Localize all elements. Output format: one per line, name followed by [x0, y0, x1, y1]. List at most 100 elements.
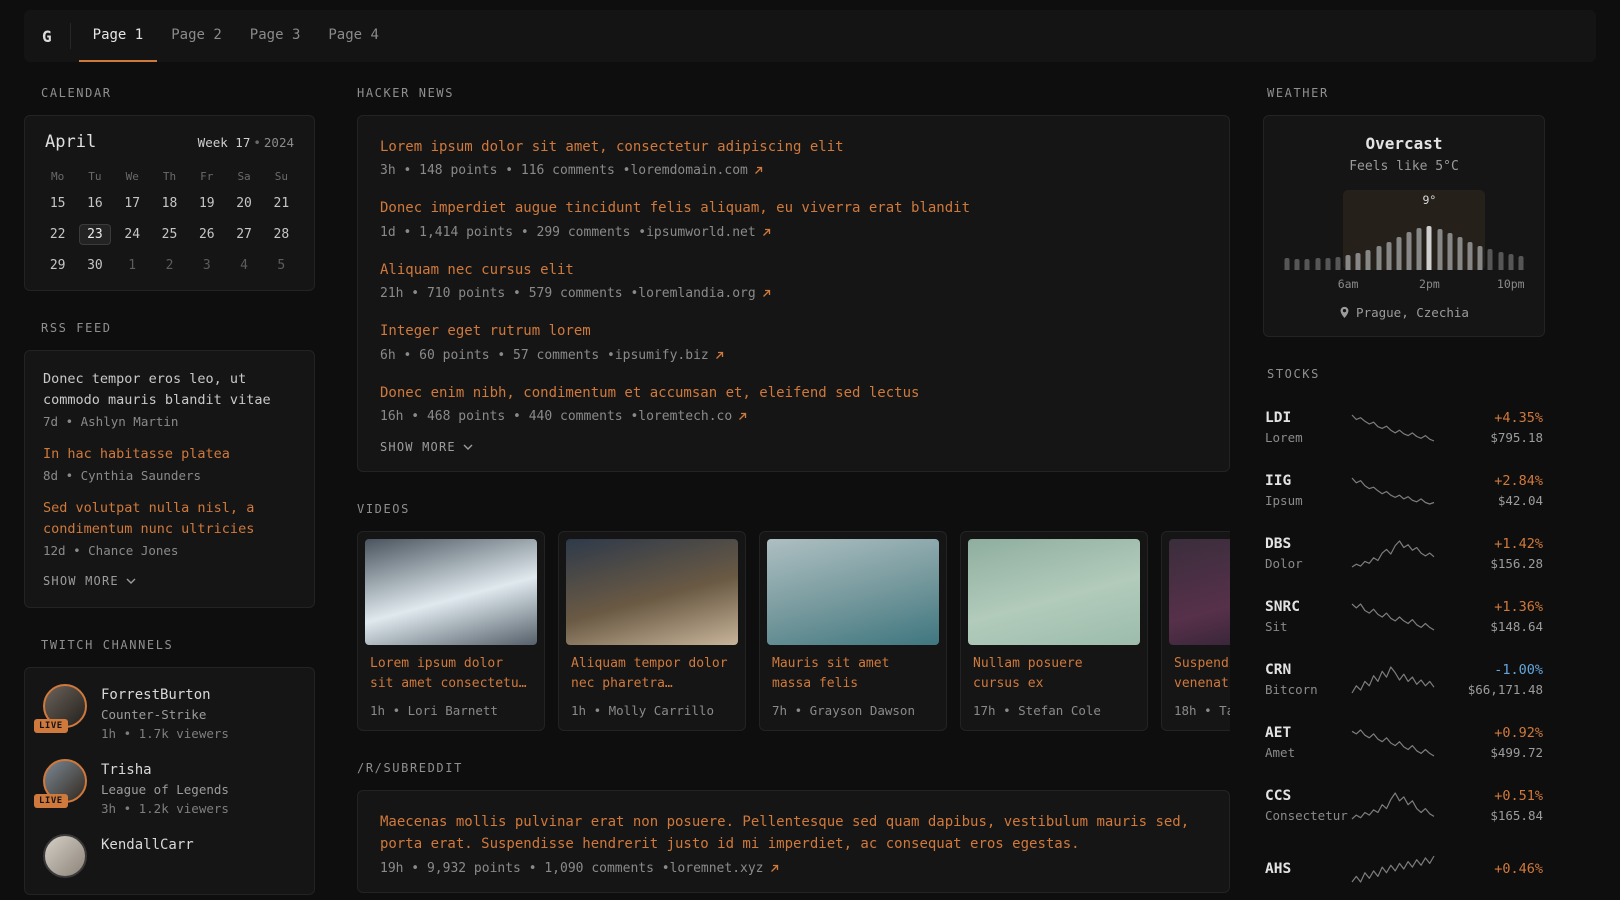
calendar-day[interactable]: 26 [188, 220, 225, 249]
stocks-widget: STOCKS LDILorem+4.35%$795.18IIGIpsum+2.8… [1263, 367, 1545, 900]
news-item-title[interactable]: Donec imperdiet augue tincidunt felis al… [380, 197, 1207, 219]
twitch-channel-row[interactable]: LIVEForrestBurtonCounter-Strike1h • 1.7k… [43, 684, 296, 741]
news-item-info: 1d • 1,414 points • 299 comments • [380, 225, 646, 240]
nav-tab-2[interactable]: Page 2 [157, 10, 236, 62]
twitch-channel-name[interactable]: ForrestBurton [101, 687, 211, 703]
calendar-day[interactable]: 15 [39, 189, 76, 218]
rss-item-link[interactable]: Sed volutpat nulla nisl, a condimentum n… [43, 498, 296, 540]
calendar-day[interactable]: 17 [114, 189, 151, 218]
calendar-day[interactable]: 30 [76, 251, 113, 280]
weather-bar [1346, 255, 1351, 270]
video-thumbnail-boat-wake-sea[interactable] [767, 539, 939, 645]
stock-values: -1.00%$66,171.48 [1439, 662, 1543, 697]
video-thumbnail-canoe-on-lake[interactable] [968, 539, 1140, 645]
calendar-week: Week 17 [198, 135, 251, 150]
calendar-grid: MoTuWeThFrSaSu15161718192021222324252627… [39, 165, 300, 280]
video-title[interactable]: Aliquam tempor dolor nec pharetra… [571, 654, 733, 694]
external-link-icon [762, 289, 771, 298]
calendar-day[interactable]: 2 [151, 251, 188, 280]
calendar-day[interactable]: 4 [225, 251, 262, 280]
calendar-day[interactable]: 27 [225, 220, 262, 249]
right-column: WEATHER Overcast Feels like 5°C 9° 6am2p… [1263, 86, 1545, 900]
video-title[interactable]: Lorem ipsum dolor sit amet consectetu… [370, 654, 532, 694]
calendar-widget-title: CALENDAR [41, 86, 315, 100]
calendar-day[interactable]: 29 [39, 251, 76, 280]
weather-bar [1518, 256, 1523, 270]
stock-values: +0.92%$499.72 [1439, 725, 1543, 760]
calendar-day[interactable]: 23 [76, 220, 113, 249]
news-item-domain[interactable]: loremdomain.com [630, 163, 762, 178]
stock-row[interactable]: DBSDolor+1.42%$156.28 [1263, 522, 1545, 585]
stock-price: $66,171.48 [1439, 682, 1543, 697]
news-item-domain[interactable]: loremlandia.org [638, 286, 770, 301]
nav-tab-1[interactable]: Page 1 [79, 10, 158, 62]
news-item-domain[interactable]: ipsumworld.net [646, 225, 771, 240]
nav-tab-4[interactable]: Page 4 [314, 10, 393, 62]
video-thumbnail-dark-dusk-silhouette[interactable] [1169, 539, 1230, 645]
twitch-channel-row[interactable]: KendallCarr [43, 834, 296, 878]
video-title[interactable]: Mauris sit amet massa felis [772, 654, 934, 694]
stock-name: Bitcorn [1265, 682, 1347, 697]
news-item-title[interactable]: Lorem ipsum dolor sit amet, consectetur … [380, 136, 1207, 158]
stock-row[interactable]: CCSConsectetur+0.51%$165.84 [1263, 774, 1545, 837]
news-item-info: 3h • 148 points • 116 comments • [380, 163, 630, 178]
stock-row[interactable]: AETAmet+0.92%$499.72 [1263, 711, 1545, 774]
news-item-info: 6h • 60 points • 57 comments • [380, 348, 615, 363]
news-item-domain[interactable]: loremnet.xyz [670, 861, 779, 876]
weather-peak-temp: 9° [1422, 193, 1436, 207]
weather-bar [1488, 249, 1493, 270]
news-item-title[interactable]: Integer eget rutrum lorem [380, 320, 1207, 342]
calendar-year: 2024 [264, 135, 294, 150]
news-item-title[interactable]: Maecenas mollis pulvinar erat non posuer… [380, 811, 1207, 856]
calendar-day[interactable]: 28 [263, 220, 300, 249]
twitch-channel-name[interactable]: KendallCarr [101, 837, 194, 853]
stock-row[interactable]: AHS+0.46% [1263, 837, 1545, 900]
calendar-day[interactable]: 22 [39, 220, 76, 249]
news-item-title[interactable]: Aliquam nec cursus elit [380, 259, 1207, 281]
video-title[interactable]: Nullam posuere cursus ex [973, 654, 1135, 694]
rss-widget: RSS FEED Donec tempor eros leo, ut commo… [24, 321, 315, 608]
calendar-day[interactable]: 20 [225, 189, 262, 218]
stock-sparkline [1351, 854, 1435, 884]
app-logo[interactable]: G [42, 10, 70, 62]
twitch-channel-meta: 1h • 1.7k viewers [101, 726, 229, 741]
twitch-channel-row[interactable]: LIVETrishaLeague of Legends3h • 1.2k vie… [43, 759, 296, 816]
stock-sparkline [1351, 665, 1435, 695]
hackernews-show-more-button[interactable]: SHOW MORE [380, 440, 473, 454]
calendar-day[interactable]: 19 [188, 189, 225, 218]
stock-price: $148.64 [1439, 619, 1543, 634]
calendar-day[interactable]: 1 [114, 251, 151, 280]
stock-symbol: CCS [1265, 788, 1347, 804]
calendar-day-header: We [114, 165, 151, 187]
stock-sparkline [1351, 602, 1435, 632]
calendar-day[interactable]: 3 [188, 251, 225, 280]
video-thumbnail-concrete-towers-sky[interactable] [365, 539, 537, 645]
calendar-day[interactable]: 25 [151, 220, 188, 249]
rss-item-meta: 7d • Ashlyn Martin [43, 414, 296, 429]
news-item-domain[interactable]: ipsumify.biz [615, 348, 724, 363]
stock-row[interactable]: LDILorem+4.35%$795.18 [1263, 396, 1545, 459]
stock-row[interactable]: IIGIpsum+2.84%$42.04 [1263, 459, 1545, 522]
stock-row[interactable]: SNRCSit+1.36%$148.64 [1263, 585, 1545, 648]
calendar-day[interactable]: 18 [151, 189, 188, 218]
news-item-domain[interactable]: loremtech.co [638, 409, 747, 424]
calendar-day[interactable]: 16 [76, 189, 113, 218]
twitch-avatar-wrap [43, 834, 87, 878]
news-item-title[interactable]: Donec enim nibh, condimentum et accumsan… [380, 382, 1207, 404]
stock-row[interactable]: CRNBitcorn-1.00%$66,171.48 [1263, 648, 1545, 711]
twitch-avatar-wrap: LIVE [43, 684, 87, 728]
rss-show-more-button[interactable]: SHOW MORE [43, 574, 136, 588]
news-item-meta: 1d • 1,414 points • 299 comments • ipsum… [380, 225, 1207, 240]
calendar-day[interactable]: 5 [263, 251, 300, 280]
weather-bar [1437, 229, 1442, 270]
calendar-day[interactable]: 21 [263, 189, 300, 218]
rss-item-link[interactable]: In hac habitasse platea [43, 444, 296, 465]
video-title[interactable]: Suspendisse venenatis diam [1174, 654, 1230, 694]
navbar: G Page 1Page 2Page 3Page 4 [24, 10, 1596, 62]
nav-tab-3[interactable]: Page 3 [236, 10, 315, 62]
rss-item-link[interactable]: Donec tempor eros leo, ut commodo mauris… [43, 369, 296, 411]
twitch-channel-name[interactable]: Trisha [101, 762, 152, 778]
stock-name: Lorem [1265, 430, 1347, 445]
calendar-day[interactable]: 24 [114, 220, 151, 249]
video-thumbnail-hands-holding-camera[interactable] [566, 539, 738, 645]
